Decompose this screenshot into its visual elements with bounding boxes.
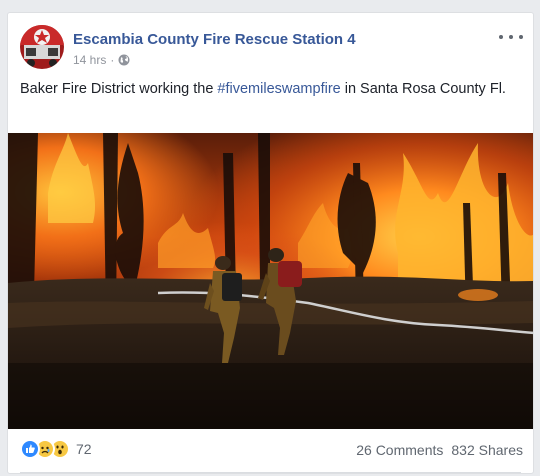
post-meta: 14 hrs · bbox=[73, 53, 130, 67]
shares-count-link[interactable]: 832 Shares bbox=[451, 442, 523, 458]
post-footer: 72 26 Comments 832 Shares bbox=[20, 439, 523, 463]
timestamp-link[interactable]: 14 hrs bbox=[73, 53, 106, 67]
like-reaction-icon bbox=[20, 439, 40, 459]
post-photo[interactable] bbox=[8, 133, 533, 429]
post-stats: 26 Comments 832 Shares bbox=[356, 442, 523, 458]
meta-separator: · bbox=[110, 53, 115, 67]
post-text: Baker Fire District working the #fivemil… bbox=[20, 79, 525, 99]
post-text-start: Baker Fire District working the bbox=[20, 81, 218, 97]
post-text-end: in Santa Rosa County Fl. bbox=[340, 81, 506, 97]
reactions-summary[interactable]: 72 bbox=[20, 439, 92, 459]
reaction-count[interactable]: 72 bbox=[76, 441, 92, 457]
globe-icon[interactable] bbox=[118, 54, 130, 66]
post-header: Escambia County Fire Rescue Station 4 14… bbox=[20, 25, 523, 69]
post-card: Escambia County Fire Rescue Station 4 14… bbox=[7, 12, 534, 474]
page-name-link[interactable]: Escambia County Fire Rescue Station 4 bbox=[73, 31, 356, 48]
footer-divider bbox=[20, 472, 521, 473]
page-avatar[interactable] bbox=[20, 25, 64, 69]
comments-count-link[interactable]: 26 Comments bbox=[356, 442, 443, 458]
more-options-icon[interactable] bbox=[499, 29, 523, 45]
hashtag-link[interactable]: #fivemileswampfire bbox=[217, 81, 340, 97]
